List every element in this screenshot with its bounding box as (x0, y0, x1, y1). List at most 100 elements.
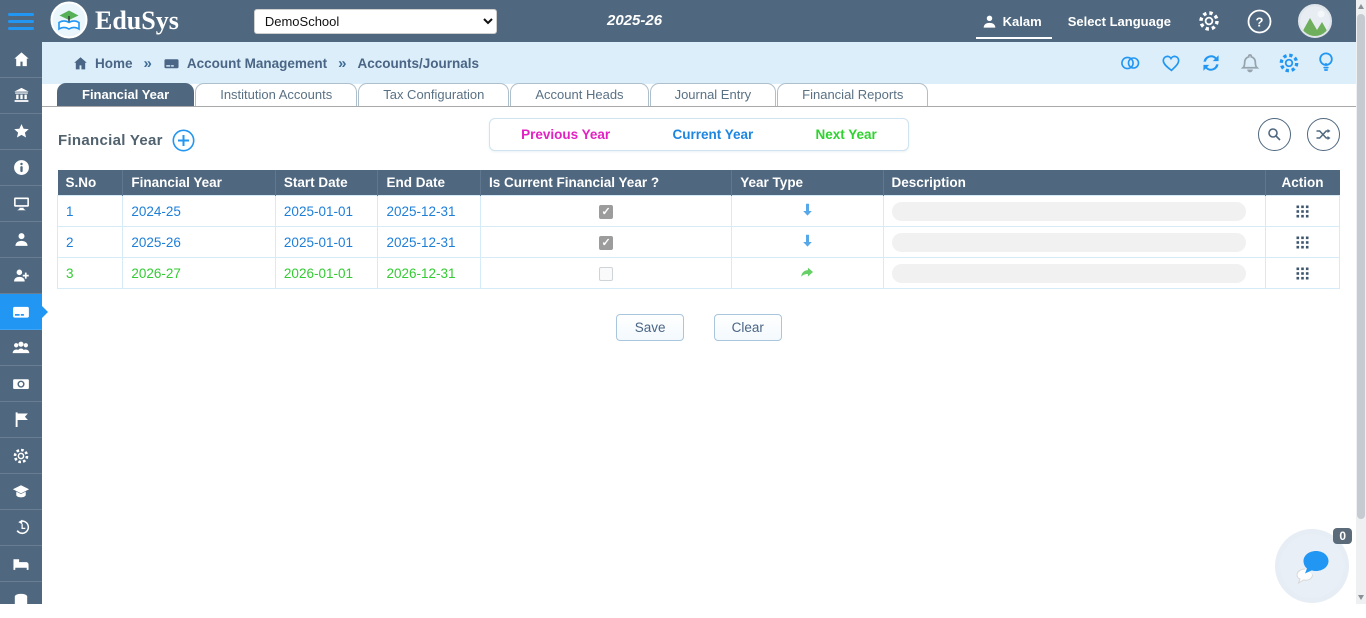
sidebar-item-home[interactable] (0, 42, 42, 78)
column-header-action: Action (1265, 170, 1339, 196)
chat-widget[interactable]: 0 (1280, 534, 1344, 598)
star-icon (13, 123, 30, 140)
is-current-checkbox[interactable] (599, 267, 613, 281)
sidebar-item-hostel[interactable] (0, 546, 42, 582)
year-type-current-icon (800, 233, 815, 248)
user-menu[interactable]: Kalam (982, 14, 1042, 29)
tab-journal-entry[interactable]: Journal Entry (650, 83, 777, 106)
header-settings-gear-icon[interactable] (1197, 9, 1221, 33)
scroll-down-arrow-icon[interactable] (1358, 595, 1364, 600)
financial-year-link[interactable]: 2024-25 (131, 204, 181, 219)
financial-year-link[interactable]: 2026-27 (131, 266, 181, 281)
description-input[interactable] (892, 202, 1246, 221)
financial-year-link[interactable]: 2025-26 (131, 235, 181, 250)
description-input[interactable] (892, 264, 1246, 283)
history-icon (13, 519, 30, 536)
sidebar-item-flag[interactable] (0, 402, 42, 438)
sidebar-item-fees[interactable] (0, 366, 42, 402)
user-icon (982, 14, 997, 29)
end-date-field[interactable]: 2025-12-31 (386, 235, 455, 250)
language-select[interactable]: Select Language (1068, 14, 1171, 29)
column-header-sno: S.No (58, 170, 123, 196)
app-logo-icon (50, 1, 88, 42)
start-date-field[interactable]: 2026-01-01 (284, 266, 353, 281)
is-current-checkbox[interactable] (599, 205, 613, 219)
toggle-icon[interactable] (1119, 53, 1143, 73)
row-actions-button[interactable] (1296, 267, 1309, 280)
sidebar-item-academics[interactable] (0, 474, 42, 510)
table-row: 2 2025-26 2025-01-01 2025-12-31 (58, 227, 1340, 258)
chat-badge: 0 (1333, 528, 1352, 544)
sidebar (0, 42, 42, 604)
previous-year-button[interactable]: Previous Year (521, 127, 610, 142)
main-content: Financial Year Previous Year Current Yea… (42, 107, 1356, 604)
hamburger-menu-icon[interactable] (8, 9, 36, 34)
sidebar-item-groups[interactable] (0, 330, 42, 366)
sidebar-item-settings[interactable] (0, 438, 42, 474)
page-scrollbar[interactable] (1356, 0, 1366, 604)
row-actions-button[interactable] (1296, 236, 1309, 249)
sidebar-item-accounts[interactable] (0, 294, 42, 330)
settings-gear-icon[interactable] (1278, 52, 1300, 74)
start-date-field[interactable]: 2025-01-01 (284, 204, 353, 219)
sidebar-item-add-user[interactable] (0, 258, 42, 294)
breadcrumb-account-management[interactable]: Account Management (163, 56, 327, 71)
description-input[interactable] (892, 233, 1246, 252)
sno-cell: 2 (58, 227, 123, 258)
tab-institution-accounts[interactable]: Institution Accounts (195, 83, 357, 106)
help-icon[interactable]: ? (1247, 9, 1272, 34)
add-user-icon (13, 267, 30, 284)
shuffle-button[interactable] (1307, 118, 1340, 151)
scroll-up-arrow-icon[interactable] (1358, 4, 1364, 9)
start-date-field[interactable]: 2025-01-01 (284, 235, 353, 250)
sidebar-item-student[interactable] (0, 222, 42, 258)
sidebar-item-history[interactable] (0, 510, 42, 546)
flag-icon (13, 411, 30, 428)
tab-account-heads[interactable]: Account Heads (510, 83, 648, 106)
sidebar-item-transport[interactable] (0, 582, 42, 618)
next-year-button[interactable]: Next Year (816, 127, 877, 142)
bed-icon (12, 555, 30, 573)
home-icon (73, 56, 88, 71)
app-name: EduSys (95, 6, 179, 36)
search-icon (1266, 126, 1283, 143)
column-header-financial-year: Financial Year (123, 170, 276, 196)
breadcrumb-home[interactable]: Home (73, 56, 133, 71)
home-icon (13, 51, 30, 68)
save-button[interactable]: Save (616, 314, 684, 341)
sidebar-item-info[interactable] (0, 150, 42, 186)
refresh-icon[interactable] (1200, 52, 1222, 74)
tab-financial-reports[interactable]: Financial Reports (777, 83, 928, 106)
top-header: EduSys DemoSchool 2025-26 Kalam Select L… (0, 0, 1366, 42)
add-financial-year-button[interactable] (172, 129, 195, 152)
academic-year-label: 2025-26 (607, 12, 662, 29)
scrollbar-thumb[interactable] (1357, 14, 1365, 519)
notifications-bell-icon[interactable] (1240, 53, 1260, 74)
person-icon (13, 231, 30, 248)
school-select[interactable]: DemoSchool (254, 9, 497, 34)
breadbar-icons (1119, 52, 1334, 74)
end-date-field[interactable]: 2026-12-31 (386, 266, 455, 281)
tab-tax-configuration[interactable]: Tax Configuration (358, 83, 509, 106)
current-year-button[interactable]: Current Year (672, 127, 753, 142)
sidebar-item-institution[interactable] (0, 78, 42, 114)
is-current-checkbox[interactable] (599, 236, 613, 250)
search-button[interactable] (1258, 118, 1291, 151)
year-type-next-icon (799, 264, 815, 279)
end-date-field[interactable]: 2025-12-31 (386, 204, 455, 219)
sidebar-item-monitor[interactable] (0, 186, 42, 222)
avatar[interactable] (1298, 4, 1332, 38)
tab-financial-year[interactable]: Financial Year (57, 83, 194, 106)
institution-icon (13, 87, 30, 104)
sidebar-item-star[interactable] (0, 114, 42, 150)
table-header-row: S.No Financial Year Start Date End Date … (58, 170, 1340, 196)
favorites-heart-icon[interactable] (1161, 53, 1182, 73)
header-right: Kalam Select Language ? (982, 4, 1350, 38)
section-title: Financial Year (58, 129, 195, 152)
chat-bubble-icon[interactable] (1291, 545, 1333, 587)
lightbulb-icon[interactable] (1318, 52, 1334, 74)
clear-button[interactable]: Clear (714, 314, 782, 341)
row-actions-button[interactable] (1296, 205, 1309, 218)
settings-gear-icon (12, 447, 30, 465)
year-filter-control: Previous Year Current Year Next Year (489, 118, 909, 151)
